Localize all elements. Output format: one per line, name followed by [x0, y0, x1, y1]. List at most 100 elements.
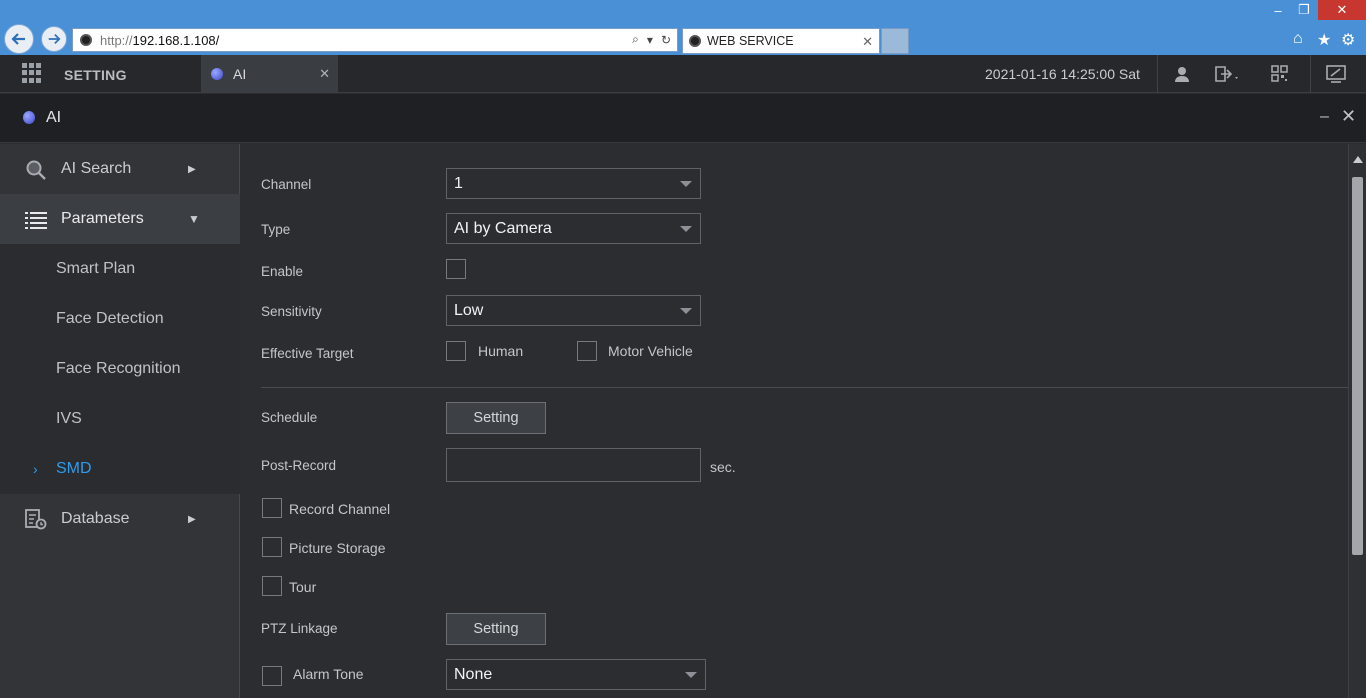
url-protocol: http://: [100, 32, 133, 48]
record-channel-checkbox[interactable]: [262, 498, 282, 518]
motor-vehicle-label: Motor Vehicle: [608, 343, 693, 359]
close-icon[interactable]: ✕: [1341, 106, 1356, 127]
alarm-tone-select[interactable]: None: [446, 659, 706, 690]
qr-code-icon[interactable]: [1271, 65, 1288, 87]
tab-close-icon[interactable]: ✕: [862, 34, 873, 50]
sidebar-item-label: Smart Plan: [56, 260, 136, 277]
minimize-icon[interactable]: –: [1320, 108, 1329, 126]
sensitivity-select[interactable]: Low: [446, 295, 701, 326]
browser-tab[interactable]: WEB SERVICE ✕: [682, 28, 880, 54]
type-select[interactable]: AI by Camera: [446, 213, 701, 244]
datetime: 2021-01-16 14:25:00 Sat: [985, 66, 1140, 82]
scroll-thumb[interactable]: [1352, 177, 1363, 555]
sidebar-item-ivs[interactable]: IVS: [0, 394, 240, 444]
dropdown-icon[interactable]: ▾: [647, 33, 653, 47]
motor-vehicle-checkbox[interactable]: [577, 341, 597, 361]
chevron-right-icon: ›: [33, 461, 38, 477]
channel-select[interactable]: 1: [446, 168, 701, 199]
tab-favicon-icon: [689, 35, 701, 47]
sidebar-item-database[interactable]: Database ▶: [0, 494, 240, 544]
ai-window-titlebar: AI – ✕: [0, 94, 1366, 143]
refresh-icon[interactable]: ↻: [661, 33, 671, 47]
chevron-right-icon: ▶: [188, 513, 196, 525]
post-record-label: Post-Record: [261, 458, 337, 473]
search-icon[interactable]: ⌕: [632, 32, 639, 47]
effective-target-label: Effective Target: [261, 346, 354, 361]
chevron-down-icon: ▼: [188, 212, 200, 226]
schedule-setting-button[interactable]: Setting: [446, 402, 546, 434]
sidebar-item-smart-plan[interactable]: Smart Plan: [0, 244, 240, 294]
url-host: 192.168.1.108/: [132, 32, 220, 48]
scroll-up-icon[interactable]: [1353, 156, 1363, 163]
browser-toolbar: http://192.168.1.108/ ⌕ ▾ ↻ WEB SERVICE …: [0, 0, 1366, 55]
dropdown-arrow-icon: [680, 181, 692, 187]
schedule-label: Schedule: [261, 410, 318, 425]
channel-label: Channel: [261, 177, 312, 192]
alarm-tone-select-value: None: [454, 665, 493, 683]
forward-button[interactable]: [41, 26, 67, 52]
human-checkbox[interactable]: [446, 341, 466, 361]
window-title: AI: [46, 109, 62, 126]
sidebar-item-face-recognition[interactable]: Face Recognition: [0, 344, 240, 394]
sensitivity-select-value: Low: [454, 301, 484, 319]
tour-label: Tour: [289, 579, 317, 595]
forward-icon: [48, 34, 61, 44]
sidebar-item-label: SMD: [56, 460, 92, 477]
ptz-linkage-label: PTZ Linkage: [261, 621, 338, 636]
sidebar-item-label: Parameters: [61, 210, 144, 227]
ai-tab-label: AI: [233, 66, 247, 82]
chevron-right-icon: ▶: [188, 163, 196, 175]
ai-drop-icon: [23, 111, 35, 124]
channel-select-value: 1: [454, 174, 463, 192]
sidebar-item-face-detection[interactable]: Face Detection: [0, 294, 240, 344]
dropdown-arrow-icon: [680, 226, 692, 232]
favorites-icon[interactable]: ★: [1317, 30, 1331, 50]
main-menu-icon[interactable]: [22, 63, 42, 83]
tour-checkbox[interactable]: [262, 576, 282, 596]
database-icon: [25, 509, 47, 530]
post-record-input[interactable]: [446, 448, 701, 482]
record-channel-label: Record Channel: [289, 501, 391, 517]
sidebar-item-smd[interactable]: › SMD: [0, 444, 240, 494]
human-label: Human: [478, 343, 524, 359]
sidebar: AI Search ▶ Parameters ▼ Smart Plan Face…: [0, 144, 240, 698]
minimize-window-button[interactable]: –: [1266, 0, 1290, 20]
sidebar-item-ai-search[interactable]: AI Search ▶: [0, 144, 240, 194]
alarm-tone-checkbox[interactable]: [262, 666, 282, 686]
logout-icon[interactable]: [1214, 65, 1240, 88]
close-window-button[interactable]: ✕: [1318, 0, 1366, 20]
dropdown-arrow-icon: [680, 308, 692, 314]
restore-window-button[interactable]: ❐: [1292, 0, 1316, 20]
ptz-setting-button[interactable]: Setting: [446, 613, 546, 645]
type-select-value: AI by Camera: [454, 219, 552, 237]
new-tab-button[interactable]: [881, 28, 909, 54]
sensitivity-label: Sensitivity: [261, 304, 322, 319]
picture-storage-checkbox[interactable]: [262, 537, 282, 557]
sidebar-item-parameters[interactable]: Parameters ▼: [0, 194, 240, 244]
back-icon: [11, 33, 25, 45]
alarm-tone-label: Alarm Tone: [293, 666, 364, 682]
settings-gear-icon[interactable]: ⚙: [1341, 30, 1355, 50]
home-icon[interactable]: ⌂: [1293, 30, 1303, 48]
sidebar-item-label: Database: [61, 510, 130, 527]
close-tab-icon[interactable]: ✕: [319, 66, 330, 82]
sidebar-item-label: IVS: [56, 410, 82, 427]
ai-search-icon: [26, 160, 46, 180]
sidebar-item-label: AI Search: [61, 160, 132, 177]
list-icon: [25, 212, 47, 229]
type-label: Type: [261, 222, 291, 237]
enable-checkbox[interactable]: [446, 259, 466, 279]
ai-app-tab[interactable]: AI ✕: [201, 55, 338, 93]
live-view-icon[interactable]: [1326, 65, 1346, 88]
user-icon[interactable]: [1173, 65, 1191, 88]
address-bar[interactable]: http://192.168.1.108/ ⌕ ▾ ↻: [72, 28, 678, 52]
post-record-unit: sec.: [710, 459, 736, 475]
setting-label[interactable]: SETTING: [64, 67, 127, 83]
picture-storage-label: Picture Storage: [289, 540, 386, 556]
back-button[interactable]: [4, 24, 34, 54]
tab-title: WEB SERVICE: [707, 34, 794, 48]
sidebar-item-label: Face Detection: [56, 310, 164, 327]
ai-drop-icon: [211, 68, 223, 80]
site-favicon-icon: [80, 34, 92, 46]
vertical-scrollbar[interactable]: [1348, 144, 1366, 698]
